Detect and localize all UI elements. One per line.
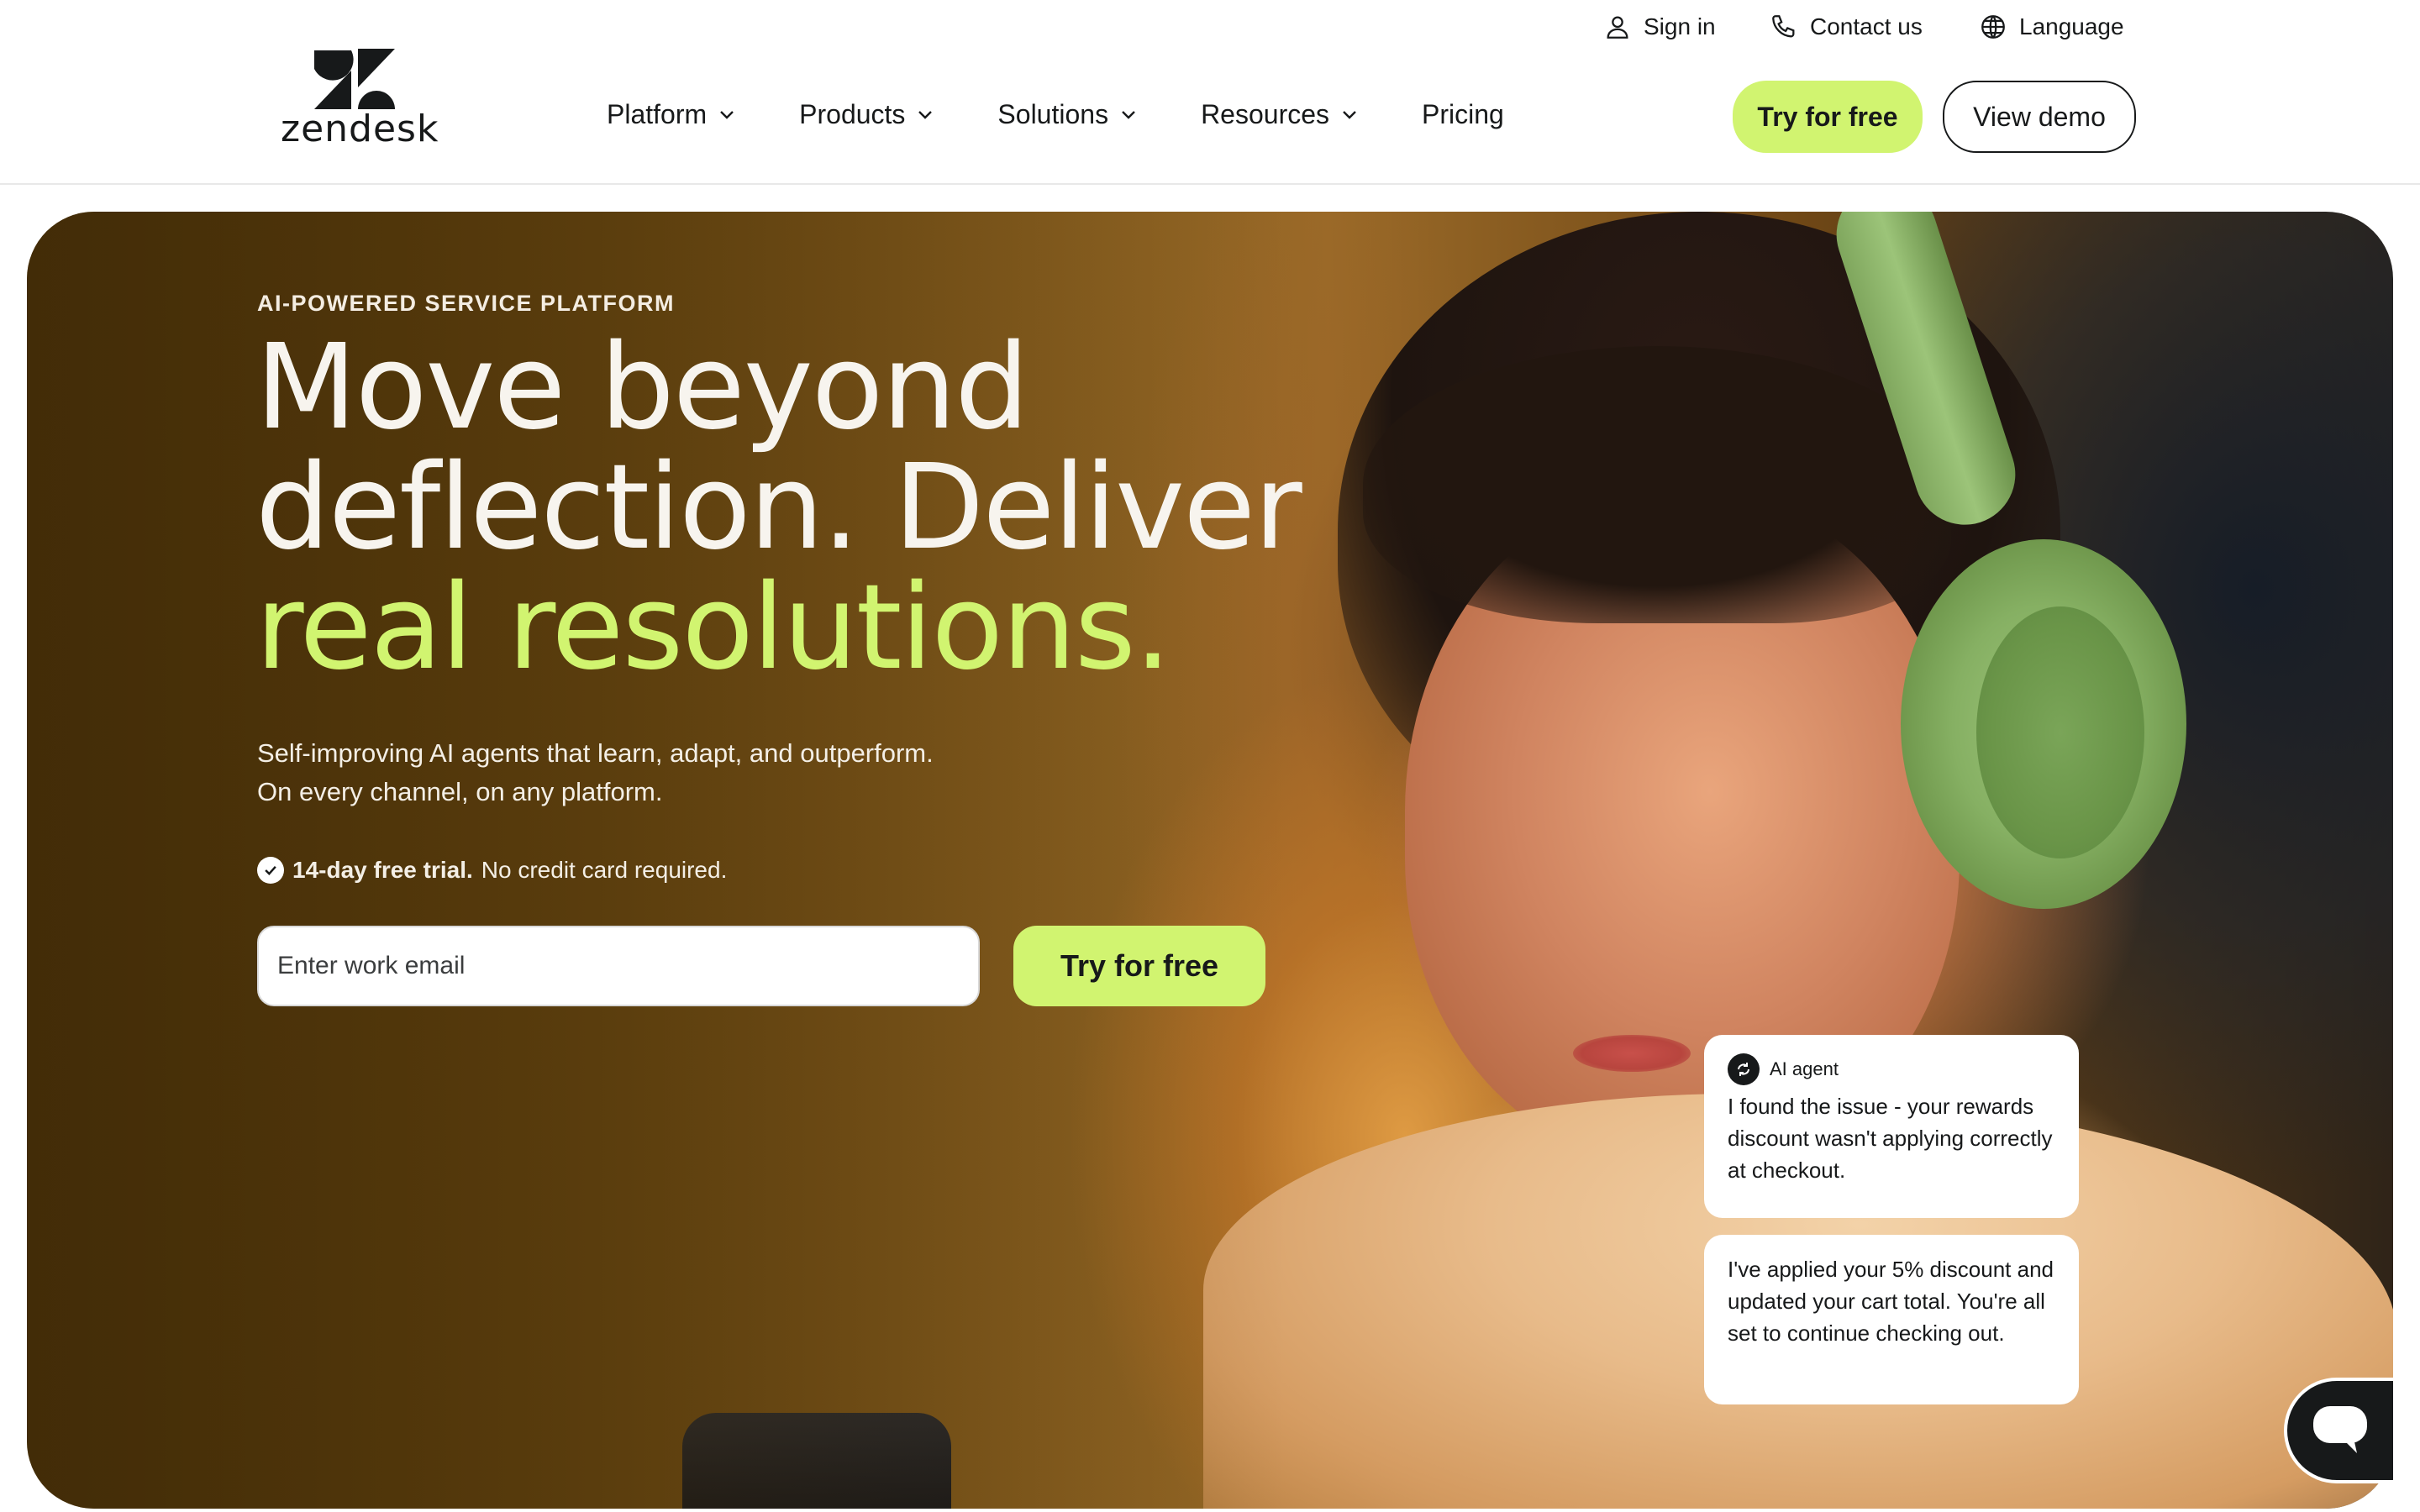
language-label: Language: [2019, 13, 2124, 39]
check-circle-icon: [257, 857, 284, 884]
headline-line-1: Move beyond: [255, 319, 1029, 456]
headphones-earcup-inner: [1976, 606, 2144, 858]
hero-photo-lips: [1573, 1035, 1691, 1072]
headline-line-3: real resolutions.: [255, 559, 1171, 696]
contact-link[interactable]: Contact us: [1770, 12, 1923, 42]
phone-icon: [1772, 15, 1795, 38]
hero-headline: Move beyond deflection. Deliver real res…: [255, 319, 1302, 696]
nav-pricing[interactable]: Pricing: [1422, 99, 1504, 130]
nav-pricing-label: Pricing: [1422, 98, 1504, 129]
hero-subhead: Self-improving AI agents that learn, ada…: [257, 734, 1097, 811]
subhead-line-2: On every channel, on any platform.: [257, 777, 663, 806]
globe-icon: [1981, 15, 2005, 39]
chat-message-agent: AI agent I found the issue - your reward…: [1704, 1035, 2079, 1218]
nav-resources[interactable]: Resources: [1201, 99, 1360, 130]
nav-solutions[interactable]: Solutions: [997, 99, 1139, 130]
chat-bubble-icon: [2313, 1406, 2367, 1453]
nav-products-label: Products: [799, 98, 906, 129]
zendesk-wordmark: zendesk: [281, 108, 439, 150]
sign-in-link[interactable]: Sign in: [1603, 12, 1716, 42]
user-icon: [1607, 16, 1628, 39]
nav-platform[interactable]: Platform: [607, 99, 737, 130]
nav-resources-label: Resources: [1201, 98, 1330, 129]
agent-header: AI agent: [1728, 1053, 2055, 1085]
main-nav: Platform Products Solutions Resources Pr…: [607, 97, 1566, 131]
utility-bar: Sign in Contact us Language: [0, 0, 2420, 55]
chat-message-followup: I've applied your 5% discount and update…: [1704, 1235, 2079, 1404]
agent-label: AI agent: [1770, 1058, 1839, 1079]
trial-bold-text: 14-day free trial.: [292, 857, 473, 883]
nav-products[interactable]: Products: [799, 99, 935, 130]
chat-launcher-button[interactable]: [2284, 1378, 2393, 1483]
nav-solutions-label: Solutions: [997, 98, 1109, 129]
chevron-down-icon: [1343, 111, 1356, 119]
sign-in-label: Sign in: [1644, 13, 1716, 39]
hero-photo-fringe: [1363, 346, 1951, 623]
subhead-line-1: Self-improving AI agents that learn, ada…: [257, 738, 934, 768]
ai-agent-icon: [1728, 1053, 1760, 1085]
language-selector[interactable]: Language: [1979, 12, 2124, 42]
chat-message-2: I've applied your 5% discount and update…: [1728, 1257, 2054, 1346]
site-header: zendesk Platform Products Solutions Reso…: [0, 49, 2420, 185]
zendesk-logo-mark: [314, 49, 395, 109]
trial-rest-text: No credit card required.: [481, 857, 728, 883]
try-for-free-button[interactable]: Try for free: [1733, 81, 1923, 153]
contact-label: Contact us: [1810, 13, 1923, 39]
view-demo-button[interactable]: View demo: [1943, 81, 2136, 153]
work-email-input[interactable]: [257, 926, 980, 1006]
hero-eyebrow: AI-POWERED SERVICE PLATFORM: [257, 291, 676, 316]
headline-line-2: deflection. Deliver: [255, 439, 1302, 576]
chevron-down-icon: [720, 111, 734, 119]
trial-note: 14-day free trial. No credit card requir…: [257, 857, 727, 884]
nav-platform-label: Platform: [607, 98, 708, 129]
chevron-down-icon: [1122, 111, 1135, 119]
zendesk-logo[interactable]: zendesk: [281, 49, 438, 160]
chevron-down-icon: [918, 111, 933, 119]
chat-message-1: I found the issue - your rewards discoun…: [1728, 1094, 2053, 1183]
hero-try-for-free-button[interactable]: Try for free: [1013, 926, 1265, 1006]
